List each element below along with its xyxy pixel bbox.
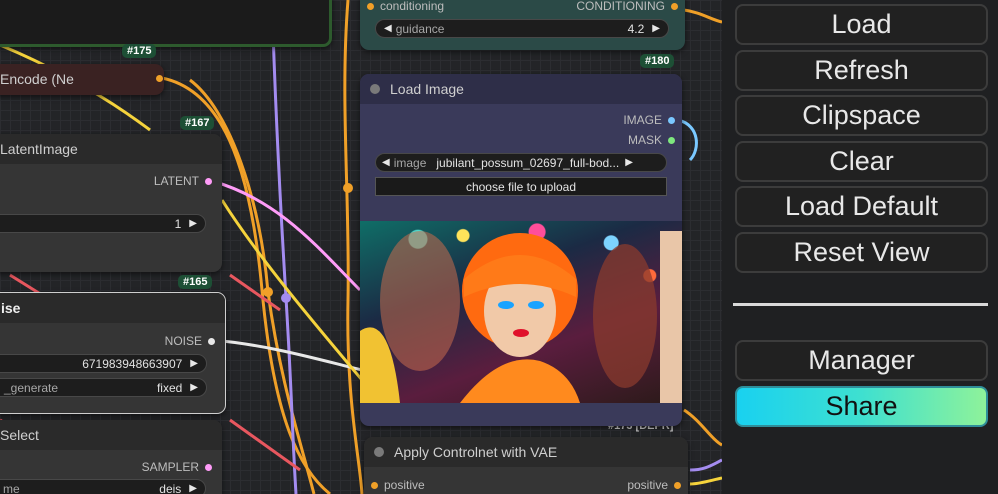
link-purple-right xyxy=(689,458,722,472)
link-orange-right-2 xyxy=(683,408,722,447)
link-red-3 xyxy=(229,418,301,472)
arrow-right-icon[interactable]: ▶ xyxy=(652,23,660,34)
arrow-right-icon[interactable]: ▶ xyxy=(190,382,198,393)
load-image-title-bar: Load Image xyxy=(360,74,682,104)
image-output-slot: IMAGE xyxy=(623,113,675,127)
node-graph-canvas[interactable]: #175 Encode (Ne #167 LatentImage LATENT … xyxy=(0,0,722,494)
latent-image-title: LatentImage xyxy=(0,134,222,164)
share-button[interactable]: Share xyxy=(735,386,988,427)
noise-output-dot[interactable] xyxy=(208,337,215,345)
guidance-widget[interactable]: ◀ guidance 4.2 ▶ xyxy=(375,19,669,38)
conditioning-output-slot: CONDITIONING xyxy=(576,0,678,13)
image-select-label: image xyxy=(393,155,427,170)
noise-title: ise xyxy=(0,293,225,323)
side-menu: Load Refresh Clipspace Clear Load Defaul… xyxy=(722,0,998,494)
latent-image-node[interactable]: LatentImage LATENT 1 ▶ xyxy=(0,134,222,272)
latent-output-label: LATENT xyxy=(153,174,199,188)
apply-controlnet-title: Apply Controlnet with VAE xyxy=(394,444,558,460)
load-default-button[interactable]: Load Default xyxy=(735,186,988,227)
sampler-name-label: me xyxy=(3,481,20,494)
reroute-dot-1 xyxy=(343,183,353,193)
preview-illustration xyxy=(360,231,682,403)
image-output-label: IMAGE xyxy=(623,113,662,127)
node-id-badge: #175 xyxy=(122,44,157,58)
menu-divider xyxy=(733,303,988,306)
text-encode-node[interactable]: Encode (Ne xyxy=(0,64,164,95)
guidance-label: guidance xyxy=(395,21,445,36)
positive-input-label: positive xyxy=(384,478,425,492)
positive-output-dot[interactable] xyxy=(674,481,681,489)
choose-file-button[interactable]: choose file to upload xyxy=(375,177,667,196)
reroute-dot-3 xyxy=(281,293,291,303)
guidance-value: 4.2 xyxy=(627,21,645,36)
node-id-badge-noise: #165 xyxy=(178,275,213,289)
clipspace-button[interactable]: Clipspace xyxy=(735,95,988,136)
manager-button[interactable]: Manager xyxy=(735,340,988,381)
load-image-node[interactable]: Load Image IMAGE MASK ◀ image jubilant_p… xyxy=(360,74,682,426)
load-image-title: Load Image xyxy=(390,81,464,97)
node-id-badge-latent: #167 xyxy=(180,116,215,130)
control-after-generate-widget[interactable]: _generate fixed ▶ xyxy=(0,378,207,397)
image-preview xyxy=(360,221,682,403)
top-left-node[interactable] xyxy=(0,0,332,47)
sampler-name-value: deis xyxy=(159,481,182,494)
arrow-left-icon[interactable]: ◀ xyxy=(384,23,392,34)
sampler-output-slot: SAMPLER xyxy=(142,460,212,474)
apply-controlnet-title-bar: Apply Controlnet with VAE xyxy=(364,437,688,467)
batch-size-widget[interactable]: 1 ▶ xyxy=(0,214,206,233)
mask-output-slot: MASK xyxy=(628,133,675,147)
noise-output-label: NOISE xyxy=(164,334,202,348)
noise-output-slot: NOISE xyxy=(165,334,215,348)
collapse-dot-icon[interactable] xyxy=(374,447,384,457)
control-after-generate-value: fixed xyxy=(156,380,183,395)
arrow-right-icon[interactable]: ▶ xyxy=(189,483,197,494)
conditioning-output-dot[interactable] xyxy=(671,2,678,10)
link-yellow-right xyxy=(689,476,722,486)
latent-output-slot: LATENT xyxy=(154,174,212,188)
latent-output-dot[interactable] xyxy=(205,177,212,185)
refresh-button[interactable]: Refresh xyxy=(735,50,988,91)
node-id-badge-guidance: #180 xyxy=(640,54,675,68)
clear-button[interactable]: Clear xyxy=(735,141,988,182)
noise-seed-value: 671983948663907 xyxy=(82,356,183,371)
image-select-widget[interactable]: ◀ image jubilant_possum_02697_full-bod..… xyxy=(375,153,667,172)
link-orange-right xyxy=(683,8,722,24)
sampler-name-widget[interactable]: me deis ▶ xyxy=(0,479,206,494)
arrow-right-icon[interactable]: ▶ xyxy=(625,157,633,168)
conditioning-output-label: CONDITIONING xyxy=(576,0,665,13)
positive-output-label: positive xyxy=(627,478,668,492)
apply-controlnet-node[interactable]: Apply Controlnet with VAE positive posit… xyxy=(364,437,688,494)
positive-output-slot: positive xyxy=(627,478,681,492)
random-noise-node[interactable]: ise NOISE 671983948663907 ▶ _generate fi… xyxy=(0,292,226,414)
conditioning-input-dot[interactable] xyxy=(367,2,374,10)
sampler-select-title: Select xyxy=(0,420,222,450)
reroute-dot-2 xyxy=(263,287,273,297)
collapse-dot-icon[interactable] xyxy=(370,84,380,94)
arrow-left-icon[interactable]: ◀ xyxy=(382,157,390,168)
control-after-generate-label: _generate xyxy=(4,380,59,395)
positive-input-slot: positive xyxy=(371,478,425,492)
conditioning-input-slot: conditioning xyxy=(367,0,444,13)
sampler-select-node[interactable]: Select SAMPLER me deis ▶ xyxy=(0,420,222,494)
positive-input-dot[interactable] xyxy=(371,481,378,489)
sampler-output-dot[interactable] xyxy=(205,463,212,471)
flux-guidance-node[interactable]: conditioning CONDITIONING ◀ guidance 4.2… xyxy=(360,0,685,50)
image-output-dot[interactable] xyxy=(668,116,675,124)
load-button[interactable]: Load xyxy=(735,4,988,45)
sampler-output-label: SAMPLER xyxy=(141,460,199,474)
image-select-value: jubilant_possum_02697_full-bod... xyxy=(436,155,620,170)
noise-seed-widget[interactable]: 671983948663907 ▶ xyxy=(0,354,207,373)
text-encode-output-dot xyxy=(156,75,163,82)
text-encode-title: Encode (Ne xyxy=(0,71,74,87)
reset-view-button[interactable]: Reset View xyxy=(735,232,988,273)
arrow-right-icon[interactable]: ▶ xyxy=(190,358,198,369)
conditioning-input-label: conditioning xyxy=(380,0,445,13)
arrow-right-icon[interactable]: ▶ xyxy=(189,218,197,229)
batch-size-value: 1 xyxy=(174,216,182,231)
mask-output-dot[interactable] xyxy=(668,136,675,144)
mask-output-label: MASK xyxy=(627,133,662,147)
